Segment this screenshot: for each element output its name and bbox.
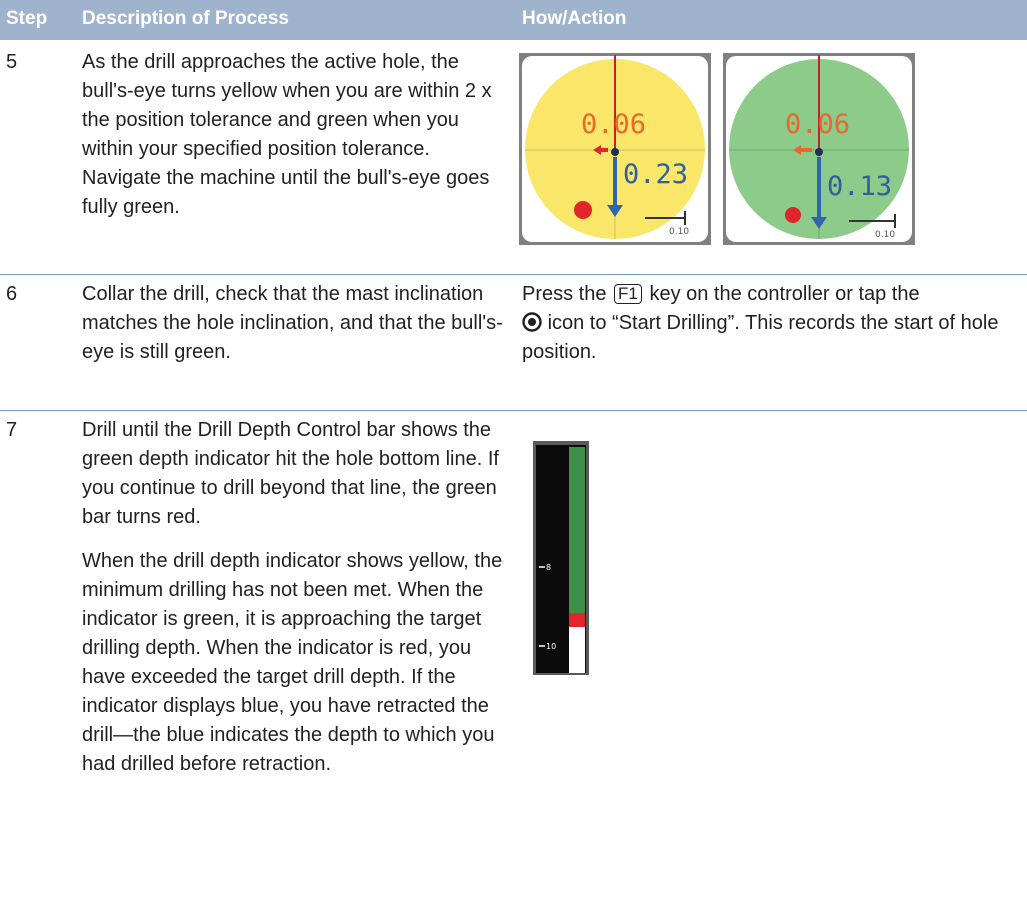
step-number: 7: [6, 419, 18, 441]
depth-red-indicator: [569, 613, 585, 627]
header-how-action: How/Action: [522, 8, 627, 29]
drill-depth-bar-image: 8 10: [533, 441, 589, 675]
header-step: Step: [6, 8, 48, 29]
how-text-pre: Press the: [522, 283, 607, 305]
step-description-paragraph-2: When the drill depth indicator shows yel…: [82, 550, 503, 775]
step-how-action: Press the F1 key on the controller or ta…: [522, 280, 1022, 367]
depth-green-indicator: [569, 447, 585, 613]
step-description: Collar the drill, check that the mast in…: [82, 283, 503, 363]
bullseye-green-image: 0.06 0.13 0.10: [723, 53, 915, 245]
start-drilling-icon: [522, 312, 542, 332]
bullseye-yellow-scale-label: 0.10: [669, 227, 689, 237]
f1-key-badge: F1: [614, 284, 642, 304]
bullseye-green-scale-label: 0.10: [875, 230, 895, 240]
step-description: Drill until the Drill Depth Control bar …: [82, 416, 507, 794]
depth-tick-lower: 10: [546, 642, 556, 651]
step-description: As the drill approaches the active hole,…: [82, 51, 492, 218]
how-text-mid: key on the controller or tap the: [649, 283, 920, 305]
bullseye-yellow-image: 0.06 0.23 0.10: [519, 53, 711, 245]
row-divider: [0, 274, 1027, 275]
how-text-post: icon to “Start Drilling”. This records t…: [522, 312, 999, 363]
bullseye-green-upper-value: 0.06: [785, 109, 850, 140]
step-number: 6: [6, 283, 18, 305]
table-header: Step Description of Process How/Action: [0, 0, 1027, 40]
bullseye-yellow-upper-value: 0.06: [581, 109, 646, 140]
bullseye-green-lower-value: 0.13: [827, 171, 892, 202]
document-page: Step Description of Process How/Action 5…: [0, 0, 1027, 906]
depth-tick-upper: 8: [546, 563, 551, 572]
step-description-paragraph-1: Drill until the Drill Depth Control bar …: [82, 419, 499, 528]
header-description: Description of Process: [82, 8, 289, 29]
step-number: 5: [6, 51, 18, 73]
row-divider: [0, 410, 1027, 411]
bullseye-yellow-lower-value: 0.23: [623, 159, 688, 190]
